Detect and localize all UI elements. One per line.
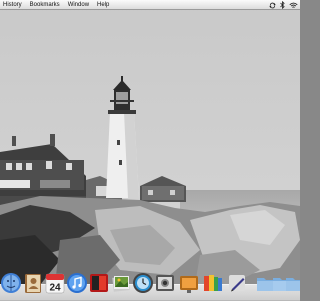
slideshow-icon[interactable]	[178, 272, 200, 294]
downloads-folder-icon[interactable]	[284, 272, 306, 294]
bluetooth-icon[interactable]	[280, 1, 285, 9]
dock: 24	[0, 268, 300, 298]
app-store-icon[interactable]	[202, 272, 224, 294]
wallpaper-lighthouse-photo	[0, 0, 300, 300]
menu-bar: History Bookmarks Window Help	[0, 0, 300, 10]
status-area	[269, 0, 298, 10]
time-machine-icon[interactable]	[132, 272, 154, 294]
calendar-icon[interactable]: 24	[44, 272, 66, 294]
calendar-day: 24	[49, 283, 61, 294]
menu-list: History Bookmarks Window Help	[0, 0, 113, 10]
desktop	[0, 0, 300, 300]
itunes-icon[interactable]	[66, 272, 88, 294]
menu-help[interactable]: Help	[93, 0, 113, 10]
menu-bookmarks[interactable]: Bookmarks	[26, 0, 64, 10]
preview-pen-icon[interactable]	[226, 272, 248, 294]
photo-viewer-icon[interactable]	[154, 272, 176, 294]
menu-history[interactable]: History	[0, 0, 26, 10]
wifi-icon[interactable]	[289, 2, 298, 9]
finder-icon[interactable]	[0, 272, 22, 294]
address-book-icon[interactable]	[22, 272, 44, 294]
menu-window[interactable]: Window	[64, 0, 93, 10]
iphoto-icon[interactable]	[110, 272, 132, 294]
photo-booth-icon[interactable]	[88, 272, 110, 294]
sync-icon[interactable]	[269, 2, 276, 9]
